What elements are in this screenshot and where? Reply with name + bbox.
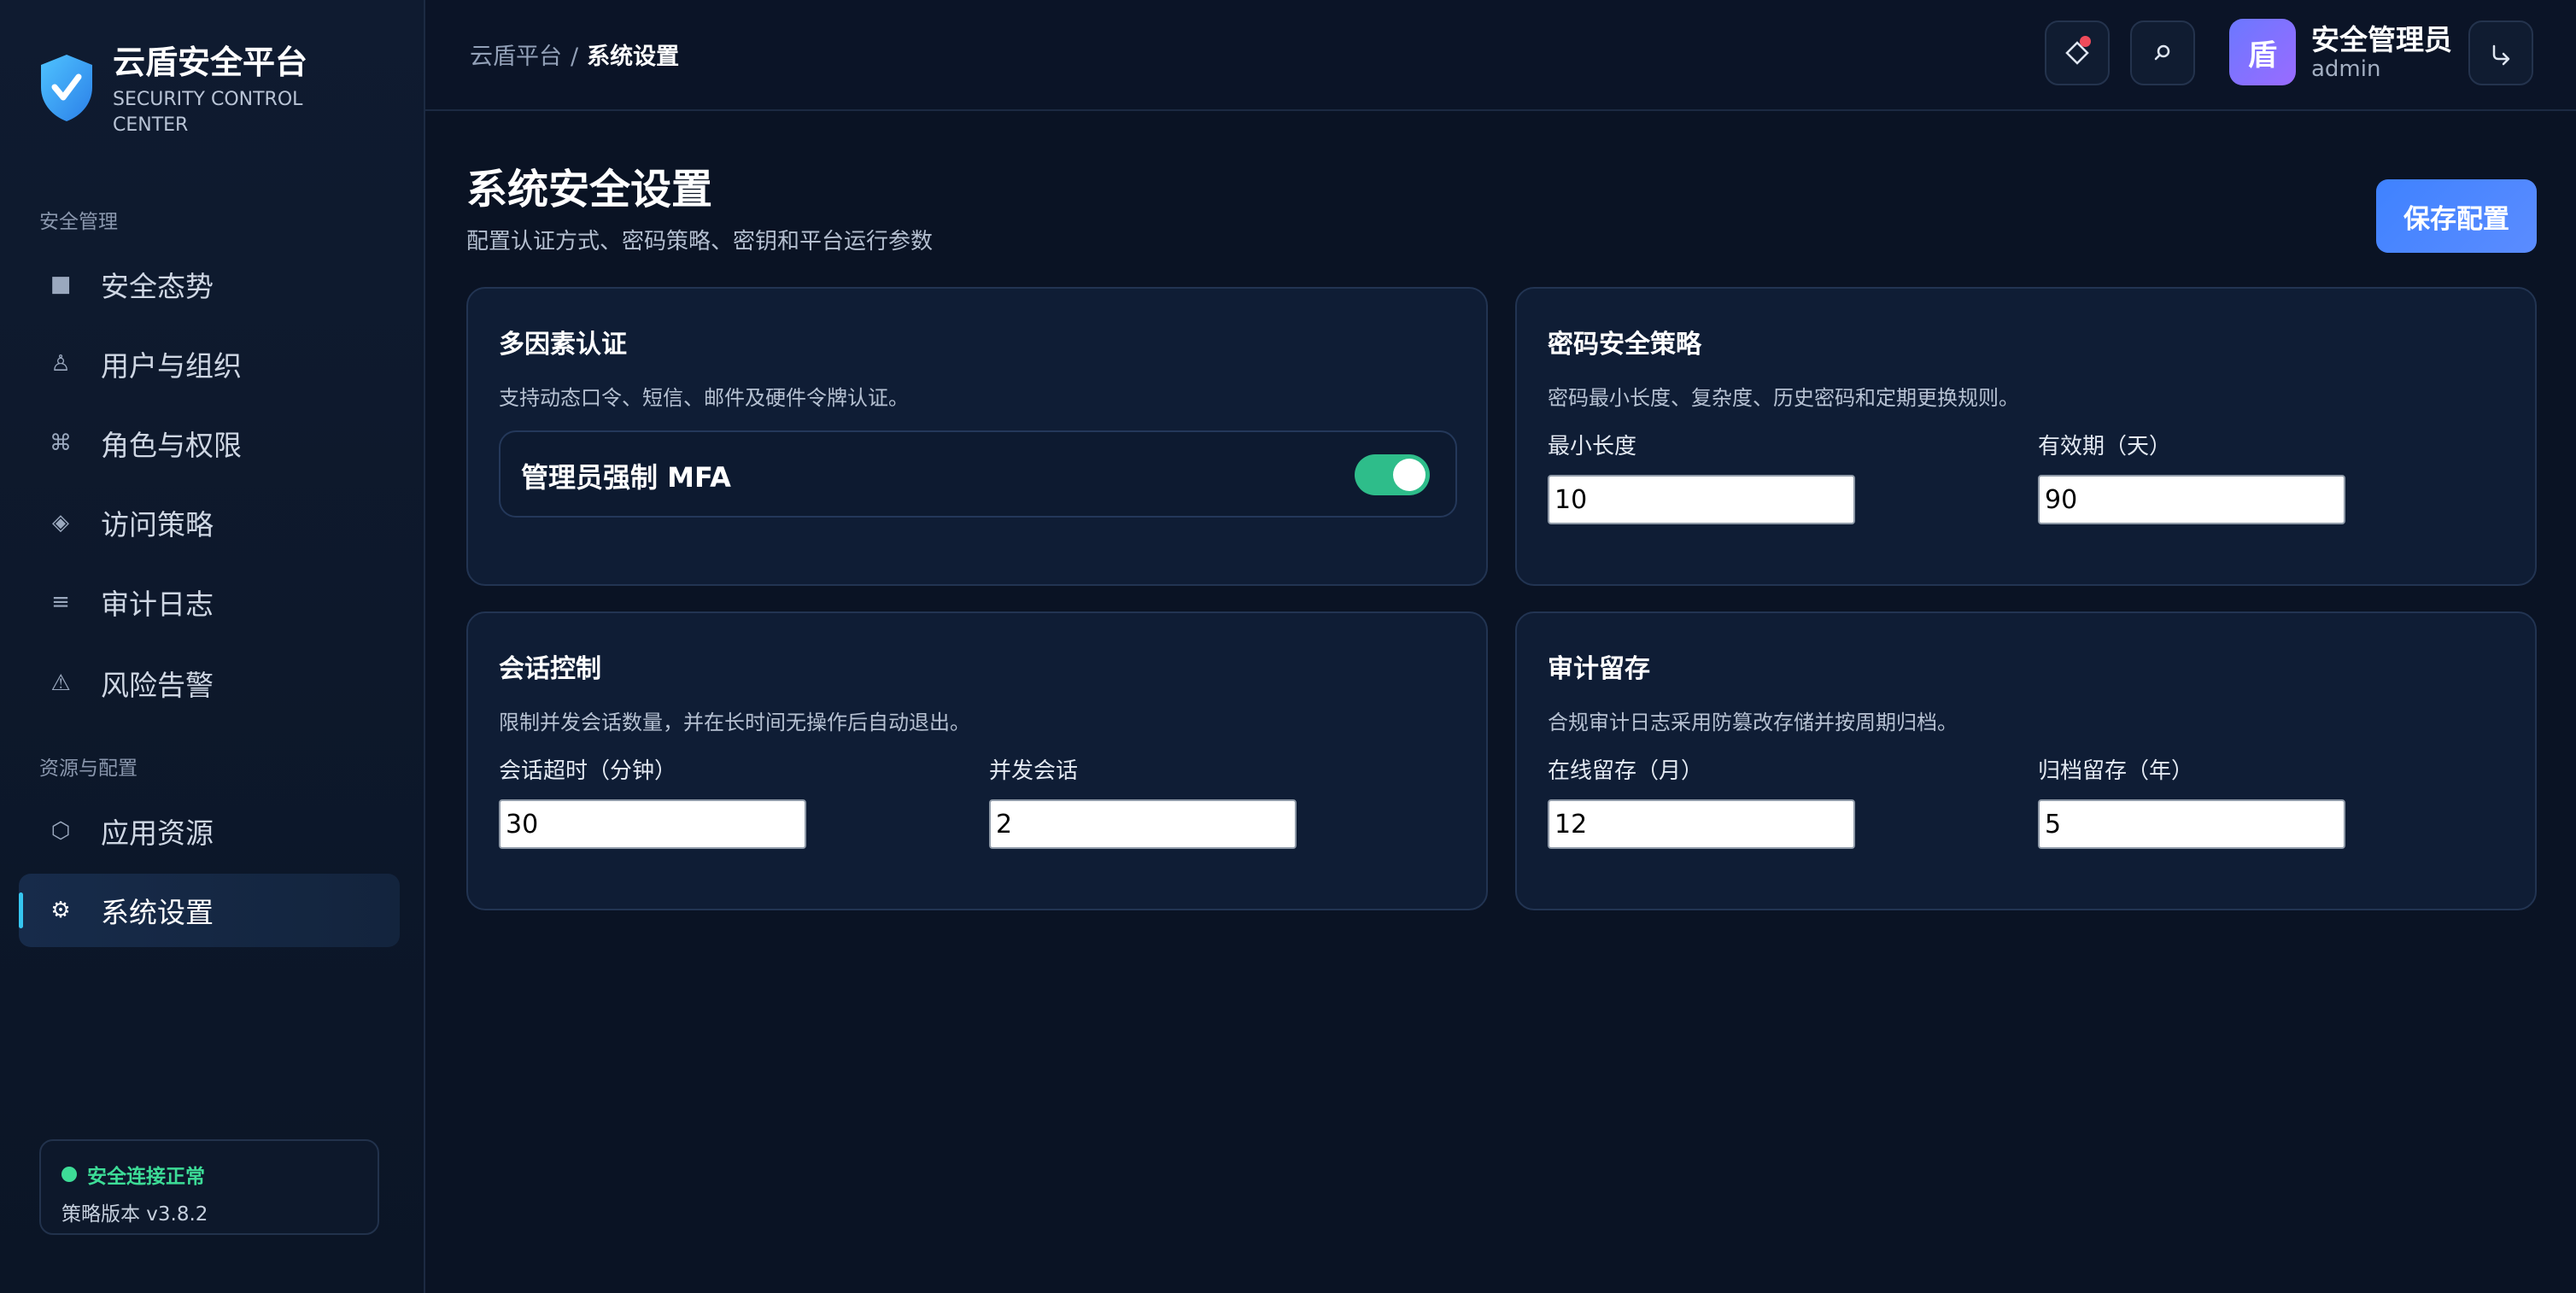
- logout-button[interactable]: [2468, 20, 2533, 85]
- sidebar-item-access-policy[interactable]: ◈ 访问策略: [19, 486, 400, 559]
- audit-retention-card: 审计留存 合规审计日志采用防篡改存储并按周期归档。 在线留存（月） 归档留存（年…: [1515, 611, 2537, 910]
- sidebar-item-label: 风险告警: [101, 669, 214, 702]
- policy-version: 策略版本 v3.8.2: [61, 1203, 208, 1226]
- page-title: 系统安全设置: [466, 166, 713, 214]
- gear-icon: ⚙: [50, 898, 71, 923]
- breadcrumb-current: 系统设置: [587, 44, 680, 70]
- sidebar-item-audit-log[interactable]: ≡ 审计日志: [19, 565, 400, 639]
- card-description: 支持动态口令、短信、邮件及硬件令牌认证。: [499, 386, 909, 410]
- shield-check-logo-icon: [41, 55, 92, 121]
- sidebar-item-app-resources[interactable]: ⬡ 应用资源: [19, 794, 400, 868]
- search-button[interactable]: [2130, 20, 2195, 85]
- sidebar-item-label: 安全态势: [101, 270, 214, 303]
- save-config-button[interactable]: 保存配置: [2376, 179, 2537, 253]
- password-policy-card: 密码安全策略 密码最小长度、复杂度、历史密码和定期更换规则。 最小长度 有效期（…: [1515, 287, 2537, 586]
- card-title: 密码安全策略: [1548, 330, 1701, 360]
- user-name: 安全管理员: [2311, 23, 2452, 56]
- card-title: 审计留存: [1548, 654, 1650, 684]
- user-icon: ♙: [50, 351, 71, 377]
- nav-section-resources: 资源与配置: [39, 758, 138, 780]
- brand-title: 云盾安全平台: [113, 44, 308, 81]
- connection-status-panel: 安全连接正常 策略版本 v3.8.2: [39, 1139, 379, 1235]
- min-length-input[interactable]: [1548, 475, 1855, 524]
- avatar[interactable]: 盾: [2229, 19, 2296, 85]
- sidebar-item-label: 系统设置: [101, 896, 214, 929]
- notifications-button[interactable]: [2045, 20, 2110, 85]
- concurrent-sessions-label: 并发会话: [989, 758, 1079, 784]
- sidebar: 云盾安全平台 SECURITY CONTROL CENTER 安全管理 ■ 安全…: [0, 0, 425, 1293]
- sidebar-item-label: 角色与权限: [101, 429, 242, 462]
- mfa-toggle-switch[interactable]: [1355, 454, 1430, 495]
- mfa-toggle-label: 管理员强制 MFA: [521, 461, 731, 494]
- breadcrumb-root[interactable]: 云盾平台: [470, 44, 562, 70]
- min-length-label: 最小长度: [1548, 434, 1637, 459]
- user-role: admin: [2311, 56, 2381, 82]
- search-icon: [2154, 44, 2170, 61]
- top-header: 云盾平台 / 系统设置 盾 安全管理员 admin: [425, 0, 2576, 111]
- card-title: 多因素认证: [499, 330, 627, 360]
- online-retention-label: 在线留存（月）: [1548, 758, 1704, 784]
- mfa-toggle-row: 管理员强制 MFA: [499, 430, 1457, 518]
- page-subtitle: 配置认证方式、密码策略、密钥和平台运行参数: [466, 229, 934, 255]
- card-description: 合规审计日志采用防篡改存储并按周期归档。: [1548, 711, 1958, 734]
- nav-section-security: 安全管理: [39, 211, 118, 233]
- archive-retention-input[interactable]: [2038, 799, 2345, 849]
- command-icon: ⌘: [50, 430, 72, 456]
- online-retention-input[interactable]: [1548, 799, 1855, 849]
- concurrent-sessions-input[interactable]: [989, 799, 1297, 849]
- hexagon-icon: ⬡: [50, 818, 71, 844]
- session-timeout-label: 会话超时（分钟）: [499, 758, 677, 784]
- expiry-days-input[interactable]: [2038, 475, 2345, 524]
- connection-status-text: 安全连接正常: [87, 1166, 205, 1188]
- session-timeout-input[interactable]: [499, 799, 806, 849]
- archive-retention-label: 归档留存（年）: [2038, 758, 2194, 784]
- list-icon: ≡: [51, 589, 70, 615]
- sidebar-item-label: 审计日志: [101, 588, 214, 621]
- sidebar-item-risk-alerts[interactable]: ⚠ 风险告警: [19, 646, 400, 720]
- toggle-knob: [1393, 459, 1426, 491]
- sidebar-item-system-settings[interactable]: ⚙ 系统设置: [19, 874, 400, 947]
- sidebar-item-roles[interactable]: ⌘ 角色与权限: [19, 407, 400, 480]
- notification-badge: [2080, 36, 2091, 47]
- status-dot-icon: [61, 1167, 77, 1182]
- brand-subtitle: SECURITY CONTROL CENTER: [113, 89, 303, 136]
- sidebar-item-label: 访问策略: [101, 508, 214, 541]
- card-title: 会话控制: [499, 654, 601, 684]
- expiry-days-label: 有效期（天）: [2038, 434, 2172, 459]
- breadcrumb: 云盾平台 / 系统设置: [470, 38, 679, 71]
- session-control-card: 会话控制 限制并发会话数量，并在长时间无操作后自动退出。 会话超时（分钟） 并发…: [466, 611, 1488, 910]
- sidebar-item-label: 应用资源: [101, 816, 214, 850]
- mfa-card: 多因素认证 支持动态口令、短信、邮件及硬件令牌认证。 管理员强制 MFA: [466, 287, 1488, 586]
- warning-icon: ⚠: [50, 670, 71, 696]
- sidebar-item-label: 用户与组织: [101, 349, 242, 383]
- sidebar-item-users[interactable]: ♙ 用户与组织: [19, 327, 400, 401]
- logout-arrow-icon: [2492, 44, 2510, 66]
- sidebar-item-security-posture[interactable]: ■ 安全态势: [19, 248, 400, 321]
- diamond-icon: ◈: [52, 510, 69, 535]
- breadcrumb-separator: /: [571, 44, 579, 70]
- card-description: 限制并发会话数量，并在长时间无操作后自动退出。: [499, 711, 970, 734]
- brand[interactable]: 云盾安全平台 SECURITY CONTROL CENTER: [39, 41, 318, 138]
- square-icon: ■: [50, 272, 72, 297]
- card-description: 密码最小长度、复杂度、历史密码和定期更换规则。: [1548, 386, 2019, 410]
